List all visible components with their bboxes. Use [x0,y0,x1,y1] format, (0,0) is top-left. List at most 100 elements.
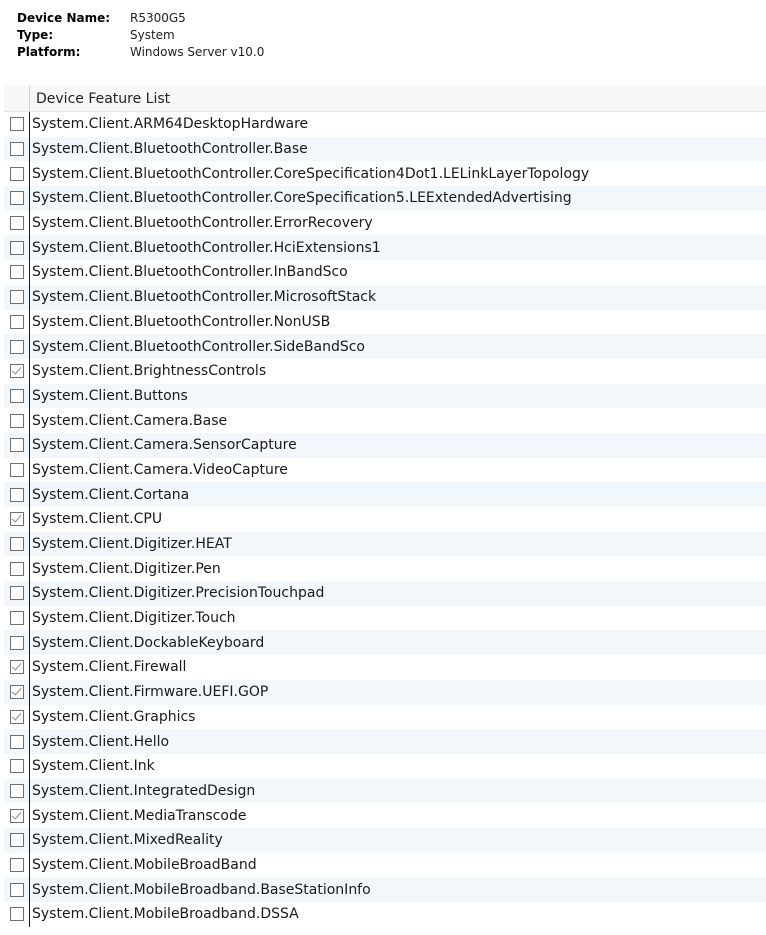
feature-checkbox-cell [4,679,30,705]
feature-row[interactable]: System.Client.BluetoothController.InBand… [4,260,766,285]
feature-checkbox-cell [4,827,30,853]
feature-checkbox[interactable] [10,487,24,502]
feature-checkbox[interactable] [10,290,24,305]
feature-row[interactable]: System.Client.MixedReality [4,827,766,853]
feature-row[interactable]: System.Client.Firewall [4,655,766,680]
feature-checkbox[interactable] [10,462,24,477]
feature-row[interactable]: System.Client.MobileBroadband.BaseStatio… [4,877,766,902]
feature-label: System.Client.BluetoothController.InBand… [32,264,348,281]
device-platform-row: Platform: Windows Server v10.0 [17,44,264,61]
feature-checkbox[interactable] [10,808,24,823]
feature-checkbox[interactable] [10,857,24,872]
feature-checkbox[interactable] [10,166,24,181]
feature-checkbox[interactable] [10,783,24,798]
device-name-value: R5300G5 [130,11,186,25]
feature-checkbox-cell [4,531,30,557]
feature-checkbox[interactable] [10,685,24,700]
feature-row[interactable]: System.Client.MobileBroadBand [4,852,766,878]
feature-checkbox[interactable] [10,216,24,231]
feature-checkbox[interactable] [10,388,24,403]
feature-checkbox[interactable] [10,561,24,576]
feature-row[interactable]: System.Client.Digitizer.HEAT [4,531,766,557]
feature-checkbox-cell [4,655,30,680]
feature-row[interactable]: System.Client.Camera.SensorCapture [4,432,766,458]
feature-checkbox[interactable] [10,882,24,897]
feature-label: System.Client.BluetoothController.ErrorR… [32,215,373,232]
feature-checkbox-cell [4,235,30,261]
feature-checkbox[interactable] [10,660,24,675]
feature-row[interactable]: System.Client.BluetoothController.NonUSB [4,309,766,335]
device-info-panel: Device Name: R5300G5 Type: System Platfo… [17,10,264,61]
feature-checkbox[interactable] [10,586,24,601]
feature-row[interactable]: System.Client.BluetoothController.HciExt… [4,235,766,261]
feature-row[interactable]: System.Client.BluetoothController.CoreSp… [4,186,766,211]
feature-checkbox-cell [4,556,30,582]
feature-checkbox-cell [4,383,30,409]
feature-row[interactable]: System.Client.Graphics [4,704,766,730]
feature-row[interactable]: System.Client.MobileBroadband.DSSA [4,902,766,927]
feature-row[interactable]: System.Client.Cortana [4,482,766,507]
feature-label: System.Client.DockableKeyboard [32,634,265,651]
feature-row[interactable]: System.Client.BrightnessControls [4,358,766,384]
feature-checkbox[interactable] [10,512,24,527]
feature-row[interactable]: System.Client.Firmware.UEFI.GOP [4,679,766,705]
feature-checkbox[interactable] [10,191,24,206]
feature-row[interactable]: System.Client.Digitizer.Touch [4,605,766,631]
feature-checkbox-cell [4,260,30,285]
feature-row[interactable]: System.Client.BluetoothController.Micros… [4,284,766,310]
feature-row[interactable]: System.Client.BluetoothController.CoreSp… [4,161,766,187]
feature-row[interactable]: System.Client.BluetoothController.SideBa… [4,334,766,359]
feature-label: System.Client.Firmware.UEFI.GOP [32,684,269,701]
feature-checkbox[interactable] [10,709,24,724]
feature-checkbox-cell [4,877,30,902]
feature-checkbox[interactable] [10,438,24,453]
device-type-label: Type: [17,28,54,42]
feature-label: System.Client.MediaTranscode [32,807,247,824]
feature-row[interactable]: System.Client.BluetoothController.Base [4,136,766,162]
feature-checkbox-cell [4,161,30,187]
feature-label: System.Client.MobileBroadBand [32,856,257,873]
feature-row[interactable]: System.Client.BluetoothController.ErrorR… [4,210,766,236]
feature-checkbox[interactable] [10,537,24,552]
feature-checkbox[interactable] [10,240,24,255]
feature-checkbox[interactable] [10,635,24,650]
feature-list-grid: Device Feature List System.Client.ARM64D… [4,86,766,927]
feature-row[interactable]: System.Client.CPU [4,507,766,532]
feature-row[interactable]: System.Client.IntegratedDesign [4,778,766,804]
feature-row[interactable]: System.Client.Camera.VideoCapture [4,457,766,483]
feature-label: System.Client.BluetoothController.Base [32,141,308,158]
feature-checkbox[interactable] [10,364,24,379]
feature-row[interactable]: System.Client.ARM64DesktopHardware [4,112,766,137]
feature-row[interactable]: System.Client.DockableKeyboard [4,630,766,656]
feature-checkbox[interactable] [10,413,24,428]
feature-row[interactable]: System.Client.Digitizer.PrecisionTouchpa… [4,581,766,606]
feature-checkbox[interactable] [10,142,24,157]
feature-list-column-header[interactable]: Device Feature List [30,91,170,107]
feature-row[interactable]: System.Client.Ink [4,753,766,779]
feature-checkbox[interactable] [10,611,24,626]
feature-checkbox[interactable] [10,314,24,329]
feature-row[interactable]: System.Client.Hello [4,729,766,754]
feature-label: System.Client.Digitizer.HEAT [32,536,232,553]
feature-checkbox[interactable] [10,339,24,354]
feature-label: System.Client.IntegratedDesign [32,782,256,799]
feature-row[interactable]: System.Client.Buttons [4,383,766,409]
feature-checkbox-cell [4,284,30,310]
feature-label: System.Client.BluetoothController.CoreSp… [32,165,590,182]
checkbox-column-header [4,86,30,111]
feature-checkbox-cell [4,186,30,211]
feature-checkbox[interactable] [10,734,24,749]
feature-checkbox-cell [4,432,30,458]
feature-checkbox-cell [4,358,30,384]
feature-checkbox[interactable] [10,265,24,280]
feature-row[interactable]: System.Client.Digitizer.Pen [4,556,766,582]
feature-checkbox[interactable] [10,907,24,922]
feature-checkbox[interactable] [10,117,24,132]
feature-label: System.Client.BrightnessControls [32,363,267,380]
feature-checkbox[interactable] [10,759,24,774]
feature-row[interactable]: System.Client.Camera.Base [4,408,766,433]
feature-label: System.Client.MixedReality [32,832,223,849]
feature-row[interactable]: System.Client.MediaTranscode [4,803,766,828]
feature-checkbox[interactable] [10,833,24,848]
feature-checkbox-cell [4,605,30,631]
